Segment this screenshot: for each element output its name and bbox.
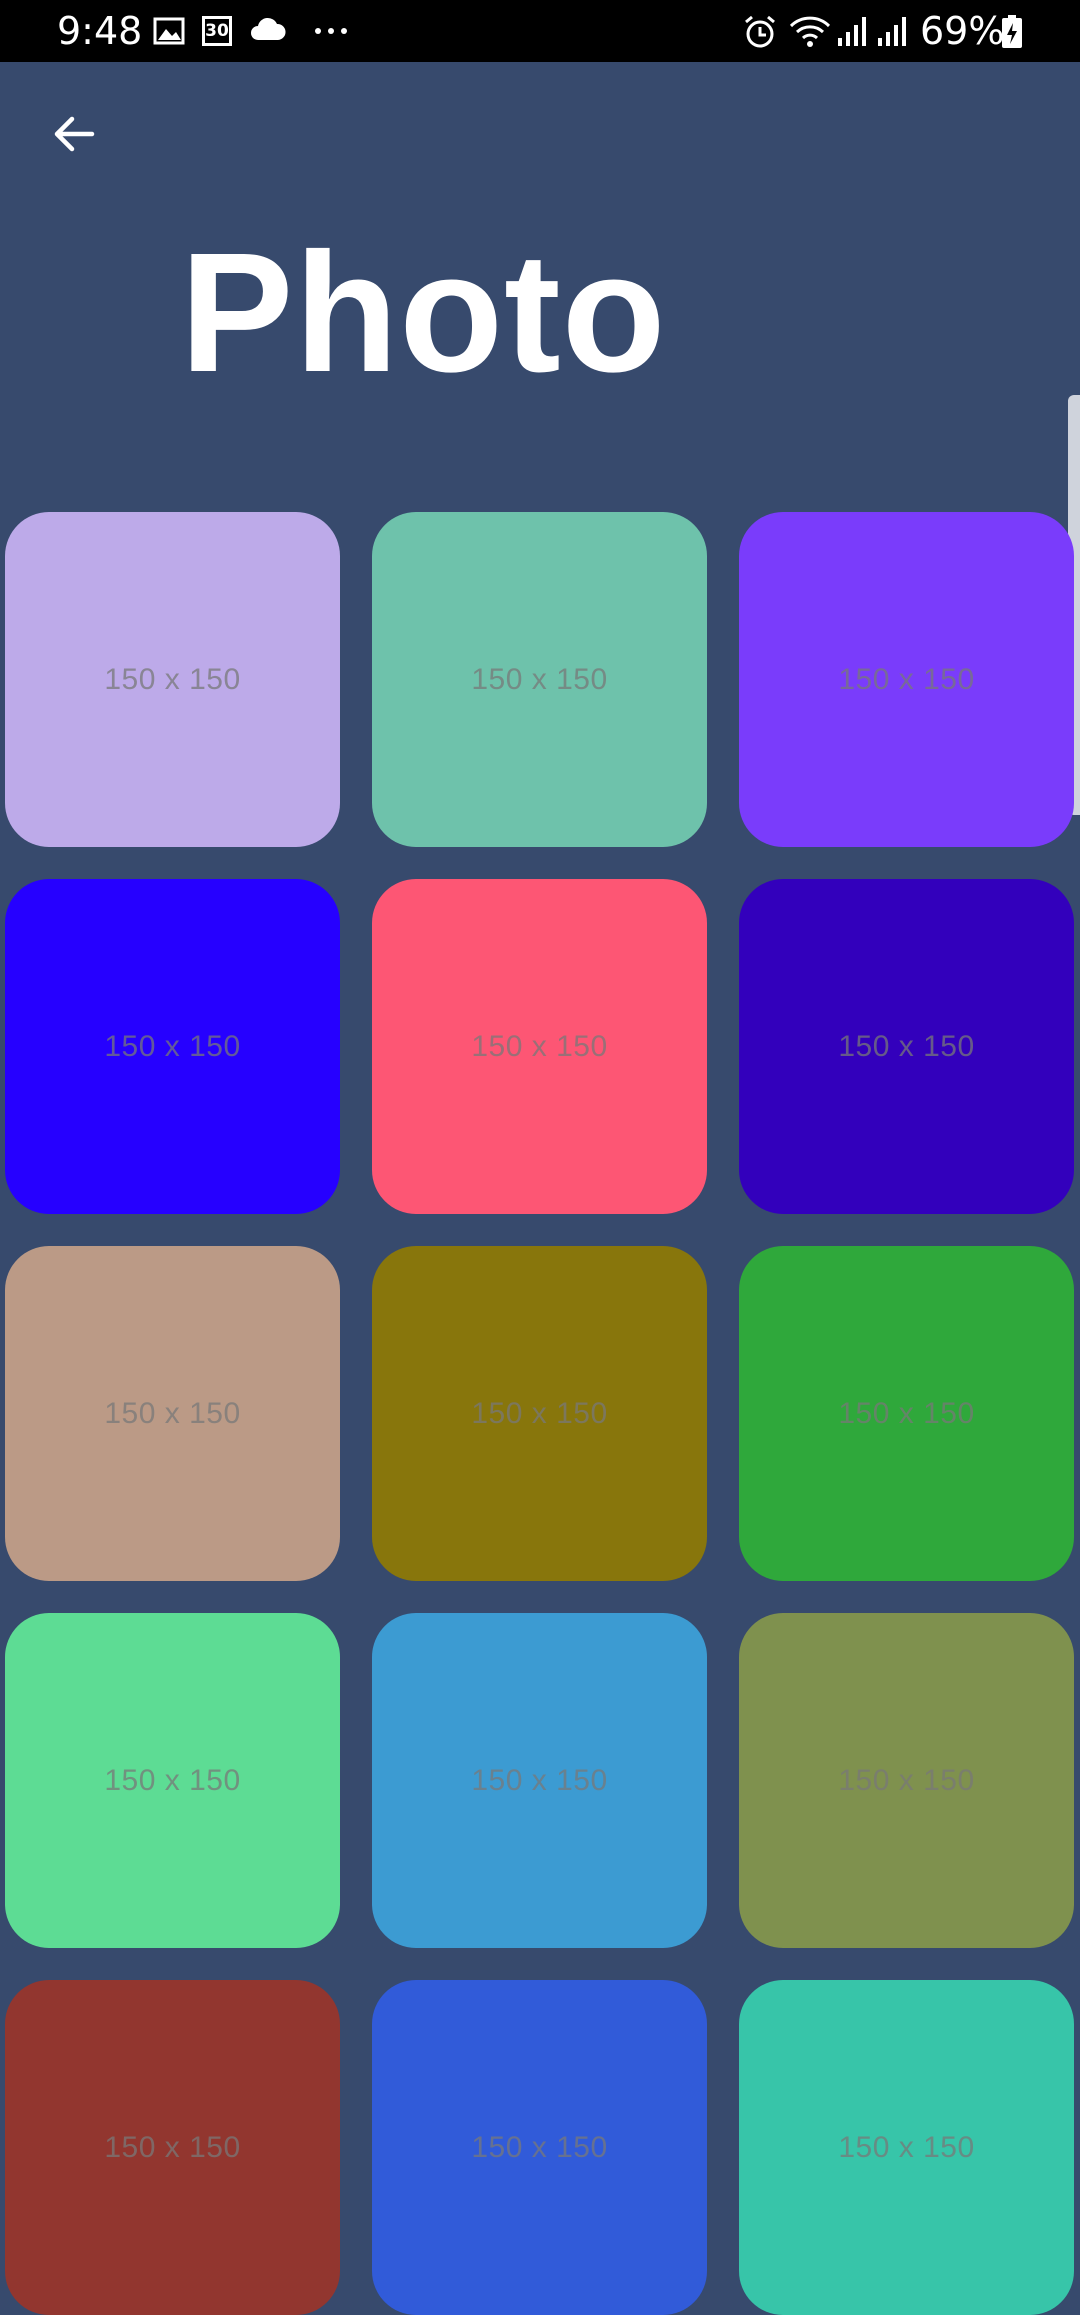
more-dots-icon	[312, 14, 350, 48]
photo-tile[interactable]: 150 x 150	[5, 512, 340, 847]
back-button[interactable]	[40, 102, 108, 170]
photo-placeholder-label: 150 x 150	[104, 1396, 241, 1430]
photo-placeholder-label: 150 x 150	[104, 1763, 241, 1797]
photo-tile[interactable]: 150 x 150	[5, 1246, 340, 1581]
photo-tile[interactable]: 150 x 150	[5, 879, 340, 1214]
battery-charging-icon	[1000, 14, 1024, 48]
photo-placeholder-label: 150 x 150	[838, 2130, 975, 2164]
photo-tile[interactable]: 150 x 150	[739, 879, 1074, 1214]
calendar-badge-icon: 30	[202, 16, 232, 46]
photo-placeholder-label: 150 x 150	[471, 1763, 608, 1797]
photo-tile[interactable]: 150 x 150	[5, 1613, 340, 1948]
photo-placeholder-label: 150 x 150	[471, 1029, 608, 1063]
status-time: 9:48	[57, 9, 143, 53]
alarm-icon	[742, 14, 778, 48]
photo-placeholder-label: 150 x 150	[471, 1396, 608, 1430]
photo-placeholder-label: 150 x 150	[838, 662, 975, 696]
photo-tile[interactable]: 150 x 150	[372, 1613, 707, 1948]
photo-tile[interactable]: 150 x 150	[739, 1246, 1074, 1581]
gallery-icon	[152, 14, 186, 48]
photo-tile[interactable]: 150 x 150	[372, 1980, 707, 2315]
arrow-left-icon	[50, 110, 98, 163]
photo-tile[interactable]: 150 x 150	[739, 512, 1074, 847]
photo-tile[interactable]: 150 x 150	[739, 1613, 1074, 1948]
photo-placeholder-label: 150 x 150	[838, 1029, 975, 1063]
photo-placeholder-label: 150 x 150	[838, 1396, 975, 1430]
photo-tile[interactable]: 150 x 150	[372, 879, 707, 1214]
photo-placeholder-label: 150 x 150	[471, 2130, 608, 2164]
cloud-icon	[249, 14, 287, 48]
photo-placeholder-label: 150 x 150	[471, 662, 608, 696]
photo-tile[interactable]: 150 x 150	[372, 1246, 707, 1581]
wifi-icon	[788, 14, 832, 48]
photo-tile[interactable]: 150 x 150	[372, 512, 707, 847]
photo-tile[interactable]: 150 x 150	[5, 1980, 340, 2315]
photo-placeholder-label: 150 x 150	[838, 1763, 975, 1797]
photo-tile[interactable]: 150 x 150	[739, 1980, 1074, 2315]
photo-placeholder-label: 150 x 150	[104, 662, 241, 696]
photo-placeholder-label: 150 x 150	[104, 2130, 241, 2164]
page-title: Photo	[180, 218, 667, 408]
signal-icon	[836, 14, 870, 48]
photo-placeholder-label: 150 x 150	[104, 1029, 241, 1063]
status-bar: 9:48 30 69%	[0, 0, 1080, 62]
battery-percentage: 69%	[920, 9, 1005, 53]
signal-icon	[876, 14, 910, 48]
